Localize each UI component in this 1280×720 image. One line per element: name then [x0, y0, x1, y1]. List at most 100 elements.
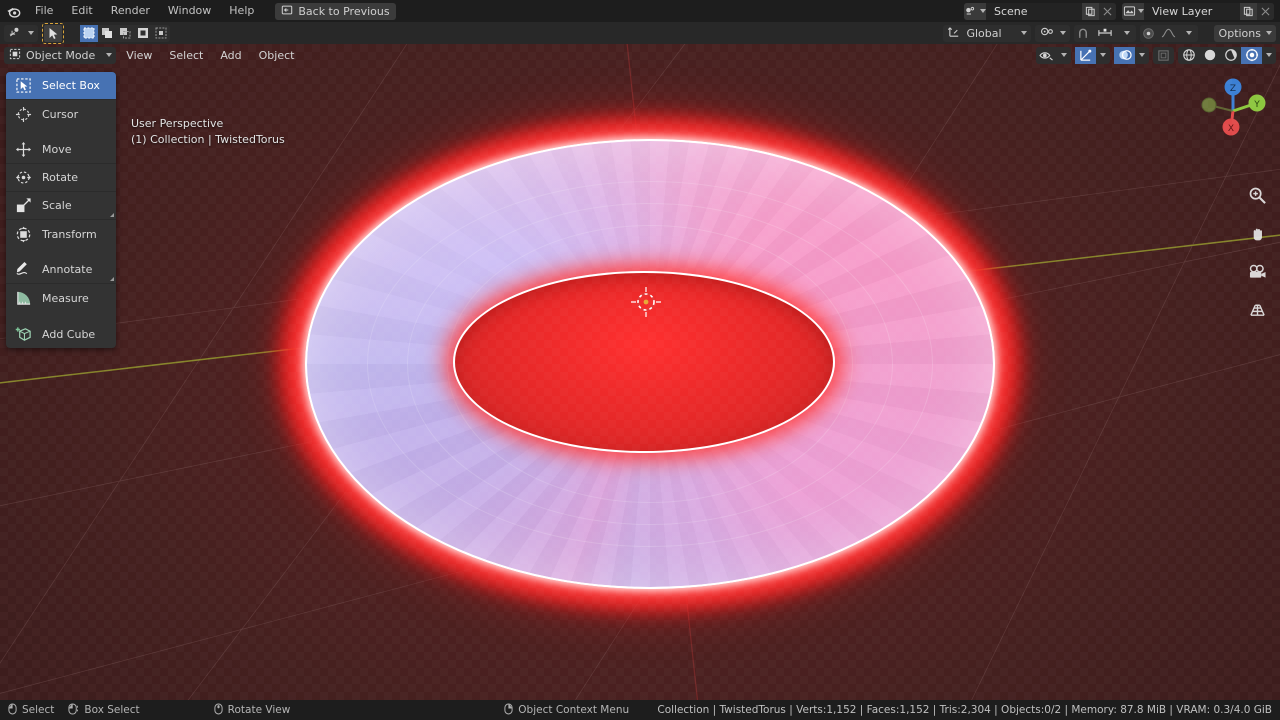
unlink-view-layer-icon[interactable] — [1257, 2, 1274, 20]
zoom-view-icon[interactable] — [1246, 184, 1268, 206]
menu-render[interactable]: Render — [102, 0, 159, 22]
editor-type-icon — [9, 26, 23, 41]
tool-rotate[interactable]: Rotate — [6, 164, 116, 192]
viewport-menu-select[interactable]: Select — [162, 47, 210, 64]
blender-window: File Edit Render Window Help Back to Pre… — [0, 0, 1280, 720]
cursor-icon — [14, 105, 33, 124]
tool-cursor[interactable]: Cursor — [6, 100, 116, 128]
shading-solid[interactable] — [1199, 47, 1220, 64]
tool-label: Cursor — [42, 107, 79, 121]
new-scene-icon[interactable] — [1082, 2, 1099, 20]
tool-measure[interactable]: Measure — [6, 284, 116, 312]
menu-file[interactable]: File — [26, 0, 62, 22]
3d-viewport[interactable]: User Perspective (1) Collection | Twiste… — [0, 44, 1280, 700]
tool-annotate[interactable]: Annotate — [6, 256, 116, 284]
shading-rendered[interactable] — [1241, 46, 1262, 64]
move-icon — [14, 140, 33, 159]
cursor-arrow-icon[interactable] — [44, 25, 62, 42]
viewport-menu-view[interactable]: View — [119, 47, 159, 64]
move-view-icon[interactable] — [1246, 222, 1268, 244]
menu-window[interactable]: Window — [159, 0, 220, 22]
blender-logo-icon[interactable] — [0, 0, 26, 22]
view-layer-name-field[interactable]: View Layer — [1144, 2, 1240, 20]
object-visibility-caret[interactable] — [1057, 47, 1071, 64]
select-mode-subtract[interactable] — [116, 25, 134, 42]
pivot-point-selector[interactable] — [1034, 24, 1070, 42]
interaction-mode-selector[interactable]: Object Mode — [4, 46, 117, 64]
tool-move[interactable]: Move — [6, 136, 116, 164]
select-box-icon — [14, 76, 33, 95]
tool-scale[interactable]: Scale — [6, 192, 116, 220]
overlays-group — [1114, 46, 1149, 64]
select-mode-invert[interactable] — [134, 25, 152, 42]
tool-transform[interactable]: Transform — [6, 220, 116, 248]
editor-type-selector[interactable] — [4, 24, 38, 42]
proportional-falloff-icon[interactable] — [1158, 25, 1180, 42]
shading-options-caret[interactable] — [1262, 47, 1276, 64]
collection-label: (1) Collection | TwistedTorus — [131, 133, 285, 146]
tool-label: Transform — [42, 227, 97, 241]
tool-expand-corner[interactable] — [110, 213, 114, 217]
overlays-icon[interactable] — [1114, 46, 1135, 64]
viewport-info-text: User Perspective (1) Collection | Twiste… — [131, 116, 285, 148]
select-mode-set[interactable] — [80, 24, 98, 42]
view-layer-selector[interactable]: View Layer — [1122, 2, 1274, 20]
snap-magnet-icon[interactable] — [1074, 25, 1092, 42]
gizmo-axis-neg-y — [1201, 97, 1217, 113]
xray-group — [1153, 46, 1174, 64]
transform-orientation-label: Global — [966, 26, 1002, 40]
snap-options-caret[interactable] — [1118, 25, 1136, 42]
tool-select-box[interactable]: Select Box — [6, 72, 116, 100]
new-view-layer-icon[interactable] — [1240, 2, 1257, 20]
active-tool-indicator[interactable] — [42, 22, 64, 44]
status-hint-label: Object Context Menu — [518, 704, 630, 716]
gizmo-caret[interactable] — [1096, 47, 1110, 64]
shading-material-preview[interactable] — [1220, 47, 1241, 64]
scene-name-field[interactable]: Scene — [986, 2, 1082, 20]
tool-label: Rotate — [42, 171, 79, 184]
tool-label: Measure — [42, 291, 89, 305]
camera-view-icon[interactable] — [1246, 260, 1268, 282]
tool-label: Select Box — [42, 79, 100, 92]
toggle-xray-icon[interactable] — [1153, 47, 1174, 64]
tool-add-cube[interactable]: Add Cube — [6, 320, 116, 348]
orientation-icon — [948, 25, 961, 41]
status-hint-select: Select — [8, 703, 54, 718]
pivot-point-icon — [1040, 25, 1055, 41]
rotate-icon — [14, 168, 33, 187]
proportional-editing-icon[interactable] — [1140, 25, 1158, 42]
viewport-menu-object[interactable]: Object — [252, 47, 302, 64]
status-hint-label: Box Select — [84, 704, 140, 716]
gizmo-label-x: X — [1228, 124, 1234, 134]
object-visibility-icon[interactable] — [1036, 47, 1057, 64]
view-layer-icon[interactable] — [1122, 2, 1144, 20]
shading-wireframe[interactable] — [1178, 47, 1199, 64]
options-button[interactable]: Options — [1213, 24, 1276, 42]
status-hint-label: Select — [22, 704, 55, 716]
scene-icon[interactable] — [964, 2, 986, 20]
scene-selector[interactable]: Scene — [964, 2, 1116, 20]
twisted-torus-object[interactable] — [255, 109, 1045, 619]
mouse-right-icon — [504, 703, 513, 718]
status-hint-rotate-view: Rotate View — [214, 703, 290, 718]
proportional-falloff-caret[interactable] — [1180, 25, 1198, 42]
select-mode-intersect[interactable] — [152, 25, 170, 42]
select-mode-extend[interactable] — [98, 25, 116, 42]
toggle-perspective-icon[interactable] — [1246, 298, 1268, 320]
top-menu-bar: File Edit Render Window Help Back to Pre… — [0, 0, 1280, 22]
unlink-scene-icon[interactable] — [1099, 2, 1116, 20]
transform-orientation-selector[interactable]: Global — [943, 24, 1031, 42]
tool-expand-corner[interactable] — [110, 277, 114, 281]
menu-help[interactable]: Help — [220, 0, 263, 22]
tool-label: Move — [42, 143, 72, 156]
status-hint-context-menu: Object Context Menu — [504, 703, 629, 718]
gizmo-icon[interactable] — [1075, 46, 1096, 64]
viewport-menu-add[interactable]: Add — [213, 47, 248, 64]
overlays-caret[interactable] — [1135, 47, 1149, 64]
menu-edit[interactable]: Edit — [62, 0, 101, 22]
3d-cursor — [631, 287, 661, 317]
back-to-previous-button[interactable]: Back to Previous — [275, 2, 396, 20]
snap-increment-icon[interactable] — [1092, 25, 1118, 42]
snap-group — [1073, 24, 1136, 42]
navigation-gizmo[interactable]: Z Y X — [1194, 72, 1272, 150]
